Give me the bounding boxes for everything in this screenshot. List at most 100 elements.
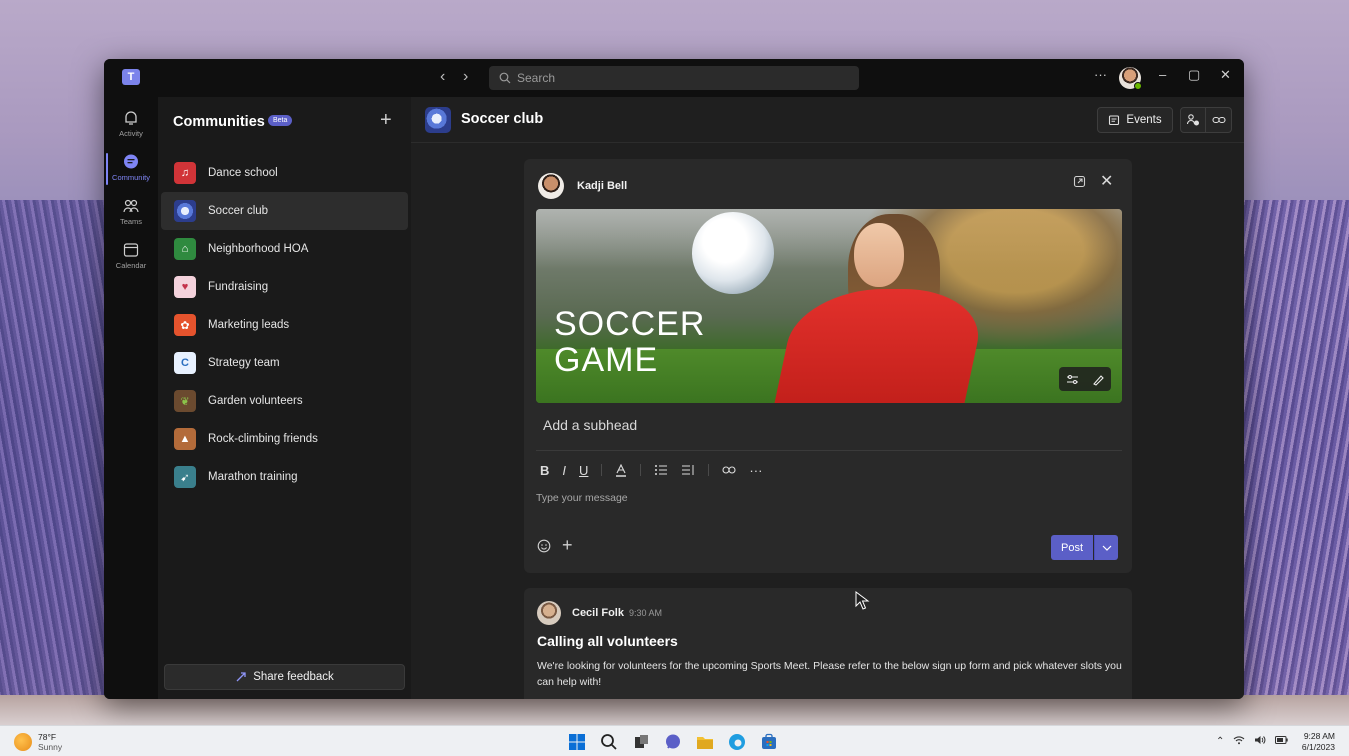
chat-icon[interactable] (662, 731, 684, 753)
community-item-soccer-club[interactable]: Soccer club (161, 192, 408, 230)
community-label: Garden volunteers (208, 395, 303, 407)
author-name: Kadji Bell (577, 180, 628, 192)
rail-item-community[interactable]: Community (104, 149, 158, 189)
plant-icon: ❦ (174, 390, 196, 412)
community-item-rock-climbing-friends[interactable]: ▲ Rock-climbing friends (161, 420, 408, 458)
forward-arrow-icon[interactable]: › (463, 68, 468, 86)
maximize-button[interactable]: ▢ (1188, 67, 1200, 83)
edge-browser-icon[interactable] (726, 731, 748, 753)
chevron-up-icon[interactable]: ⌃ (1216, 736, 1224, 747)
task-view-icon[interactable] (630, 731, 652, 753)
sidebar-title: Communities (173, 114, 265, 130)
file-explorer-icon[interactable] (694, 731, 716, 753)
wifi-icon[interactable] (1233, 735, 1245, 748)
community-item-marathon-training[interactable]: ➹ Marathon training (161, 458, 408, 496)
start-icon[interactable] (566, 731, 588, 753)
more-options-button[interactable]: ··· (1094, 67, 1107, 82)
back-arrow-icon[interactable]: ‹ (440, 68, 445, 86)
marketing-icon: ✿ (174, 314, 196, 336)
add-member-button[interactable] (1180, 107, 1206, 133)
battery-icon[interactable] (1275, 736, 1289, 747)
app-rail: Activity Community Teams Calendar (104, 97, 158, 699)
link-icon (1211, 116, 1226, 124)
attach-plus-button[interactable]: + (562, 535, 573, 556)
message-input[interactable]: Type your message (536, 492, 628, 504)
rail-item-teams[interactable]: Teams (104, 193, 158, 233)
dance-school-icon: ♫ (174, 162, 196, 184)
add-community-button[interactable]: + (380, 109, 392, 132)
numbered-list-icon[interactable] (681, 464, 695, 476)
store-icon[interactable] (758, 731, 780, 753)
community-item-neighborhood-hoa[interactable]: ⌂ Neighborhood HOA (161, 230, 408, 268)
soccer-club-icon (425, 107, 451, 133)
minimize-button[interactable]: – (1159, 67, 1166, 82)
community-item-garden-volunteers[interactable]: ❦ Garden volunteers (161, 382, 408, 420)
post-timestamp: 9:30 AM (629, 608, 663, 618)
heart-icon: ♥ (174, 276, 196, 298)
events-button[interactable]: Events (1097, 107, 1173, 133)
soccer-ball-image (692, 212, 774, 294)
rail-item-calendar[interactable]: Calendar (104, 237, 158, 277)
close-compose-button[interactable]: ✕ (1100, 171, 1113, 191)
more-format-options-button[interactable]: ··· (749, 463, 762, 478)
bold-button[interactable]: B (540, 463, 549, 478)
rail-label: Activity (119, 129, 143, 138)
community-item-marketing-leads[interactable]: ✿ Marketing leads (161, 306, 408, 344)
community-label: Fundraising (208, 281, 269, 293)
rail-item-activity[interactable]: Activity (104, 105, 158, 145)
community-label: Neighborhood HOA (208, 243, 309, 255)
channel-header: Soccer club Events (411, 97, 1244, 143)
font-color-icon[interactable] (615, 463, 627, 477)
underline-button[interactable]: U (579, 463, 588, 478)
post-button[interactable]: Post (1051, 535, 1093, 560)
channel-title: Soccer club (461, 111, 544, 127)
announcement-post: Cecil Folk 9:30 AM Calling all volunteer… (524, 588, 1132, 699)
weather-widget[interactable]: 78°F Sunny (14, 732, 62, 752)
volume-icon[interactable] (1254, 735, 1266, 748)
rail-label: Community (112, 173, 150, 182)
wallpaper-right (1239, 200, 1349, 725)
close-window-button[interactable]: ✕ (1220, 67, 1231, 83)
community-icon (124, 154, 138, 169)
community-label: Strategy team (208, 357, 280, 369)
format-toolbar: B I U ··· (540, 460, 775, 480)
search-input[interactable]: Search (489, 66, 859, 90)
climbing-icon: ▲ (174, 428, 196, 450)
community-item-fundraising[interactable]: ♥ Fundraising (161, 268, 408, 306)
share-feedback-button[interactable]: Share feedback (164, 664, 405, 690)
popout-icon[interactable] (1073, 175, 1086, 193)
weather-condition: Sunny (38, 742, 63, 752)
copy-link-button[interactable] (1206, 107, 1232, 133)
beta-badge: Beta (268, 115, 293, 126)
post-title: Calling all volunteers (537, 633, 678, 649)
divider (536, 450, 1122, 451)
taskbar-apps (566, 731, 790, 753)
adjust-icon[interactable] (1066, 373, 1079, 386)
rail-label: Teams (119, 217, 143, 226)
subhead-input[interactable]: Add a subhead (543, 417, 637, 433)
weather-temp: 78°F (38, 732, 57, 742)
add-people-icon (1186, 114, 1199, 126)
italic-button[interactable]: I (562, 463, 566, 478)
community-item-dance-school[interactable]: ♫ Dance school (161, 154, 408, 192)
strategy-icon: C (174, 352, 196, 374)
community-label: Dance school (208, 167, 278, 179)
hero-image-tools (1059, 367, 1111, 391)
emoji-icon[interactable] (537, 539, 551, 558)
feedback-label: Share feedback (253, 671, 334, 683)
community-item-strategy-team[interactable]: C Strategy team (161, 344, 408, 382)
bullet-list-icon[interactable] (654, 464, 668, 476)
community-label: Marathon training (208, 471, 298, 483)
teams-icon (123, 199, 139, 213)
community-label: Marketing leads (208, 319, 290, 331)
teams-logo-icon: T (122, 69, 140, 85)
teams-window: T ‹ › Search ··· – ▢ ✕ Activity Communit… (104, 59, 1244, 699)
feedback-icon (236, 672, 246, 682)
clock[interactable]: 9:28 AM 6/1/2023 (1297, 731, 1335, 753)
designer-brush-icon[interactable] (1092, 373, 1105, 386)
search-taskbar-icon[interactable] (598, 731, 620, 753)
post-options-dropdown[interactable] (1094, 535, 1118, 560)
link-icon[interactable] (722, 465, 736, 475)
user-avatar[interactable] (1119, 67, 1142, 90)
sun-icon (14, 733, 32, 751)
